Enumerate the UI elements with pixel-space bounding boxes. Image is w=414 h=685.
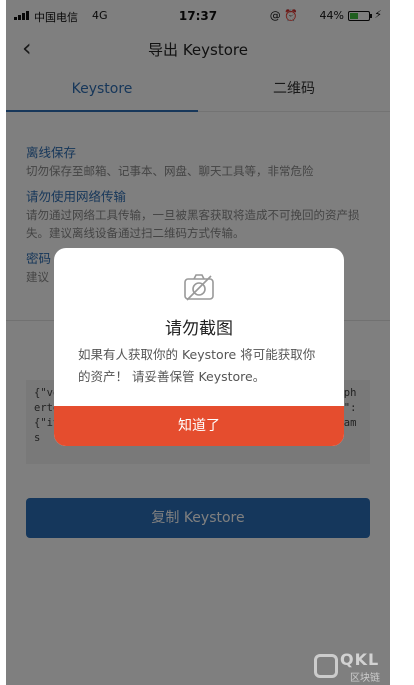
no-screenshot-camera-icon [184,274,214,301]
watermark-subtext: 区块链 [350,673,380,684]
phone-screen: 中国电信 4G 17:37 @ ⏰ 44% ⚡ ‹ 导出 Keystore Ke… [6,0,390,685]
dialog-message: 如果有人获取你的 Keystore 将可能获取你的资产！ 请妥善保管 Keyst… [78,347,316,384]
dialog-title: 请勿截图 [165,319,233,339]
watermark-text: QKL [340,650,380,669]
got-it-button[interactable]: 知道了 [54,406,344,446]
watermark-logo: QKL 区块链 [310,650,390,684]
watermark-icon [314,654,338,678]
no-screenshot-dialog: 请勿截图 如果有人获取你的 Keystore 将可能获取你的资产！ 请妥善保管 … [54,248,344,446]
